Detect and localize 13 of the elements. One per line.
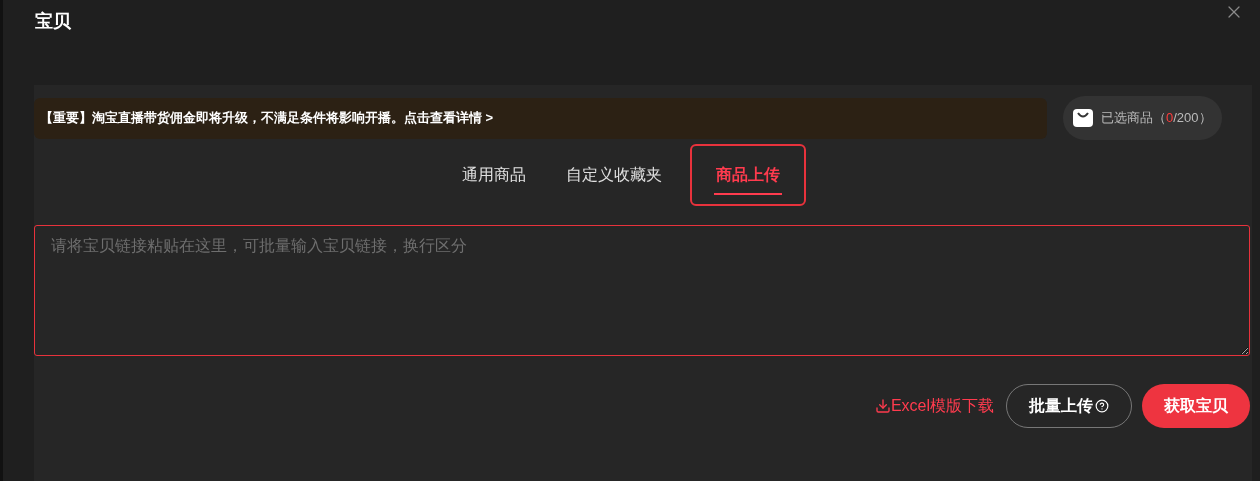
excel-template-download-link[interactable]: Excel模版下载 — [874, 394, 994, 418]
tab[interactable]: 商品上传 — [690, 144, 806, 206]
product-links-input[interactable]: 请将宝贝链接粘贴在这里，可批量输入宝贝链接，换行区分 — [34, 225, 1250, 356]
tab[interactable]: 自定义收藏夹 — [554, 144, 674, 206]
download-icon — [874, 398, 891, 414]
selected-products-chip[interactable]: 已选商品（0/200） — [1063, 96, 1222, 140]
tab[interactable]: 通用商品 — [450, 144, 538, 206]
notice-banner[interactable]: 【重要】淘宝直播带货佣金即将升级，不满足条件将影响开播。点击查看详情 > — [34, 97, 1047, 139]
selected-count-label: 已选商品（0/200） — [1101, 109, 1212, 128]
help-icon — [1095, 399, 1109, 413]
fetch-products-button[interactable]: 获取宝贝 — [1142, 384, 1250, 428]
shopping-bag-icon — [1073, 109, 1093, 127]
window-title: 宝贝 — [35, 10, 71, 33]
